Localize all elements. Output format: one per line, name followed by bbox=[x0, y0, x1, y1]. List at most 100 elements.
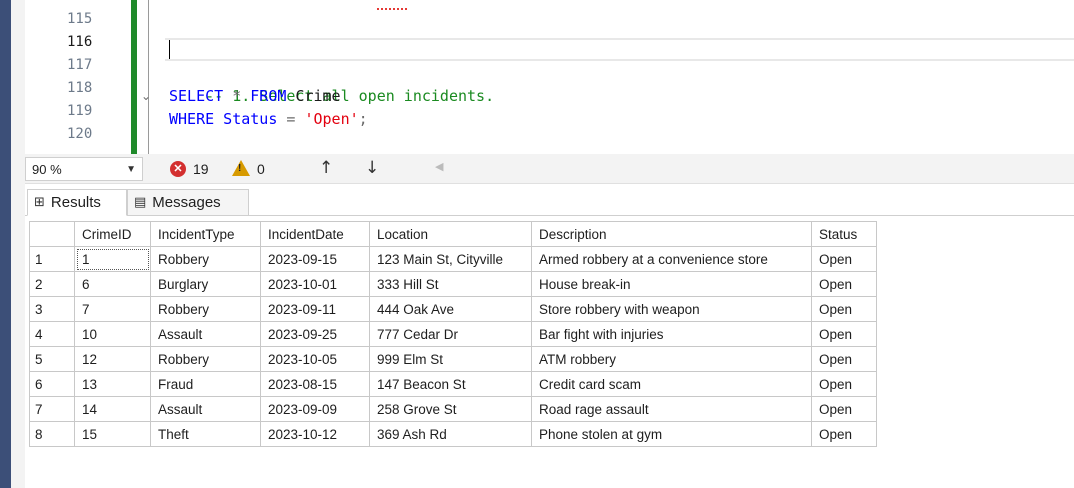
row-number[interactable]: 2 bbox=[29, 271, 75, 297]
error-icon[interactable]: ✕ bbox=[170, 161, 186, 177]
column-header[interactable]: CrimeID bbox=[74, 221, 151, 247]
grid-cell[interactable]: House break-in bbox=[531, 271, 812, 297]
code-line-119[interactable]: WHERE Status = 'Open'; bbox=[169, 108, 368, 131]
scroll-left-arrow-icon[interactable]: ◀ bbox=[435, 160, 443, 173]
grid-cell[interactable]: Open bbox=[811, 271, 877, 297]
grid-cell[interactable]: Open bbox=[811, 246, 877, 272]
grid-cell[interactable]: 123 Main St, Cityville bbox=[369, 246, 532, 272]
grid-cell[interactable]: 333 Hill St bbox=[369, 271, 532, 297]
grid-cell[interactable]: Open bbox=[811, 371, 877, 397]
grid-cell[interactable]: 10 bbox=[74, 321, 151, 347]
grid-cell[interactable]: Bar fight with injuries bbox=[531, 321, 812, 347]
results-grid-area: CrimeID IncidentType IncidentDate Locati… bbox=[25, 217, 1074, 488]
previous-issue-arrow-icon[interactable]: ↑ bbox=[319, 158, 333, 178]
row-number-header[interactable] bbox=[29, 221, 75, 247]
grid-cell[interactable]: 2023-09-09 bbox=[260, 396, 370, 422]
collapse-chevron-icon[interactable]: ⌄ bbox=[141, 89, 151, 103]
row-number[interactable]: 5 bbox=[29, 346, 75, 372]
grid-cell[interactable]: 2023-10-05 bbox=[260, 346, 370, 372]
grid-cell[interactable]: 6 bbox=[74, 271, 151, 297]
grid-cell[interactable]: 147 Beacon St bbox=[369, 371, 532, 397]
grid-cell[interactable]: Robbery bbox=[150, 246, 261, 272]
grid-cell[interactable]: 999 Elm St bbox=[369, 346, 532, 372]
sql-operator: = bbox=[277, 110, 305, 128]
sql-column-name: Status bbox=[214, 110, 278, 128]
grid-cell[interactable]: 14 bbox=[74, 396, 151, 422]
grid-cell[interactable]: 13 bbox=[74, 371, 151, 397]
column-header[interactable]: Status bbox=[811, 221, 877, 247]
editor-status-bar: 90 % ▼ ✕ 19 ! 0 ↑ ↓ ◀ bbox=[25, 154, 1074, 184]
grid-cell[interactable]: Robbery bbox=[150, 296, 261, 322]
column-header[interactable]: Location bbox=[369, 221, 532, 247]
current-line-highlight bbox=[165, 38, 1074, 61]
grid-cell[interactable]: 2023-10-01 bbox=[260, 271, 370, 297]
grid-cell[interactable]: Armed robbery at a convenience store bbox=[531, 246, 812, 272]
grid-cell[interactable]: Open bbox=[811, 296, 877, 322]
table-row[interactable]: 6 13 Fraud 2023-08-15 147 Beacon St Credit ca… bbox=[29, 371, 877, 397]
column-header[interactable]: IncidentDate bbox=[260, 221, 370, 247]
sql-keyword-select: SELECT bbox=[169, 87, 224, 105]
table-row[interactable]: 5 12 Robbery 2023-10-05 999 Elm St ATM robber… bbox=[29, 346, 877, 372]
line-number: 119 bbox=[67, 103, 93, 119]
grid-cell[interactable]: 258 Grove St bbox=[369, 396, 532, 422]
grid-cell[interactable]: Store robbery with weapon bbox=[531, 296, 812, 322]
grid-cell[interactable]: Open bbox=[811, 346, 877, 372]
results-grid[interactable]: CrimeID IncidentType IncidentDate Locati… bbox=[29, 221, 877, 447]
line-number: 120 bbox=[67, 126, 93, 142]
tab-messages[interactable]: ▤ Messages bbox=[127, 189, 249, 216]
table-row[interactable]: 2 6 Burglary 2023-10-01 333 Hill St House bre… bbox=[29, 271, 877, 297]
grid-cell[interactable]: 777 Cedar Dr bbox=[369, 321, 532, 347]
grid-cell[interactable]: Burglary bbox=[150, 271, 261, 297]
grid-cell[interactable]: 369 Ash Rd bbox=[369, 421, 532, 447]
grid-cell[interactable]: 12 bbox=[74, 346, 151, 372]
text-caret bbox=[169, 40, 170, 59]
grid-cell[interactable]: 15 bbox=[74, 421, 151, 447]
warning-count[interactable]: 0 bbox=[257, 161, 265, 177]
grid-cell[interactable]: 1 bbox=[74, 246, 151, 272]
row-number[interactable]: 6 bbox=[29, 371, 75, 397]
grid-cell[interactable]: 2023-09-25 bbox=[260, 321, 370, 347]
zoom-dropdown[interactable]: 90 % ▼ bbox=[25, 157, 143, 181]
tab-results-label: Results bbox=[50, 194, 101, 211]
row-number[interactable]: 1 bbox=[29, 246, 75, 272]
query-editor[interactable]: 115 116 117 118 119 120 ⌄ -- 1. Select a… bbox=[25, 0, 1074, 154]
warning-exclamation: ! bbox=[238, 163, 242, 174]
table-row[interactable]: 3 7 Robbery 2023-09-11 444 Oak Ave Store robb… bbox=[29, 296, 877, 322]
grid-cell[interactable]: Robbery bbox=[150, 346, 261, 372]
results-tab-strip: ⊞ Results ▤ Messages bbox=[25, 184, 1074, 216]
outline-fold-line bbox=[148, 0, 149, 154]
tab-results[interactable]: ⊞ Results bbox=[27, 189, 127, 216]
code-line-118[interactable]: SELECT * FROM Crime bbox=[169, 85, 341, 108]
next-issue-arrow-icon[interactable]: ↓ bbox=[365, 158, 379, 178]
grid-cell[interactable]: Road rage assault bbox=[531, 396, 812, 422]
grid-cell[interactable]: Fraud bbox=[150, 371, 261, 397]
grid-cell[interactable]: 2023-09-15 bbox=[260, 246, 370, 272]
grid-cell[interactable]: 7 bbox=[74, 296, 151, 322]
grid-cell[interactable]: Phone stolen at gym bbox=[531, 421, 812, 447]
grid-cell[interactable]: 2023-10-12 bbox=[260, 421, 370, 447]
grid-cell[interactable]: Open bbox=[811, 321, 877, 347]
table-row[interactable]: 1 1 Robbery 2023-09-15 123 Main St, Cityvill… bbox=[29, 246, 877, 272]
grid-cell[interactable]: 2023-08-15 bbox=[260, 371, 370, 397]
grid-cell[interactable]: 444 Oak Ave bbox=[369, 296, 532, 322]
error-count[interactable]: 19 bbox=[193, 161, 209, 177]
table-row[interactable]: 7 14 Assault 2023-09-09 258 Grove St Road rag… bbox=[29, 396, 877, 422]
table-row[interactable]: 8 15 Theft 2023-10-12 369 Ash Rd Phone stolen… bbox=[29, 421, 877, 447]
column-header[interactable]: Description bbox=[531, 221, 812, 247]
grid-cell[interactable]: Assault bbox=[150, 321, 261, 347]
sql-table-name: Crime bbox=[286, 87, 341, 105]
grid-cell[interactable]: Theft bbox=[150, 421, 261, 447]
row-number[interactable]: 8 bbox=[29, 421, 75, 447]
grid-cell[interactable]: Open bbox=[811, 396, 877, 422]
row-number[interactable]: 3 bbox=[29, 296, 75, 322]
sql-terminator: ; bbox=[358, 110, 368, 128]
grid-cell[interactable]: Open bbox=[811, 421, 877, 447]
row-number[interactable]: 4 bbox=[29, 321, 75, 347]
table-row[interactable]: 4 10 Assault 2023-09-25 777 Cedar Dr Bar figh… bbox=[29, 321, 877, 347]
grid-cell[interactable]: Assault bbox=[150, 396, 261, 422]
grid-cell[interactable]: 2023-09-11 bbox=[260, 296, 370, 322]
grid-cell[interactable]: ATM robbery bbox=[531, 346, 812, 372]
grid-cell[interactable]: Credit card scam bbox=[531, 371, 812, 397]
column-header[interactable]: IncidentType bbox=[150, 221, 261, 247]
row-number[interactable]: 7 bbox=[29, 396, 75, 422]
